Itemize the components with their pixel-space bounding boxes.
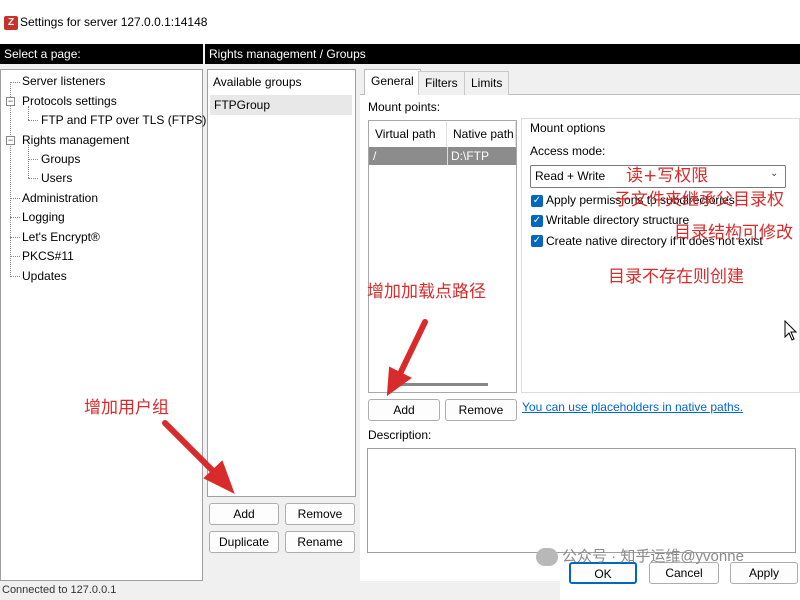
- arrow-to-add-mount-icon: [386, 319, 428, 397]
- arrow-to-add-group-icon: [162, 420, 235, 495]
- annotation-arrows: [162, 319, 428, 495]
